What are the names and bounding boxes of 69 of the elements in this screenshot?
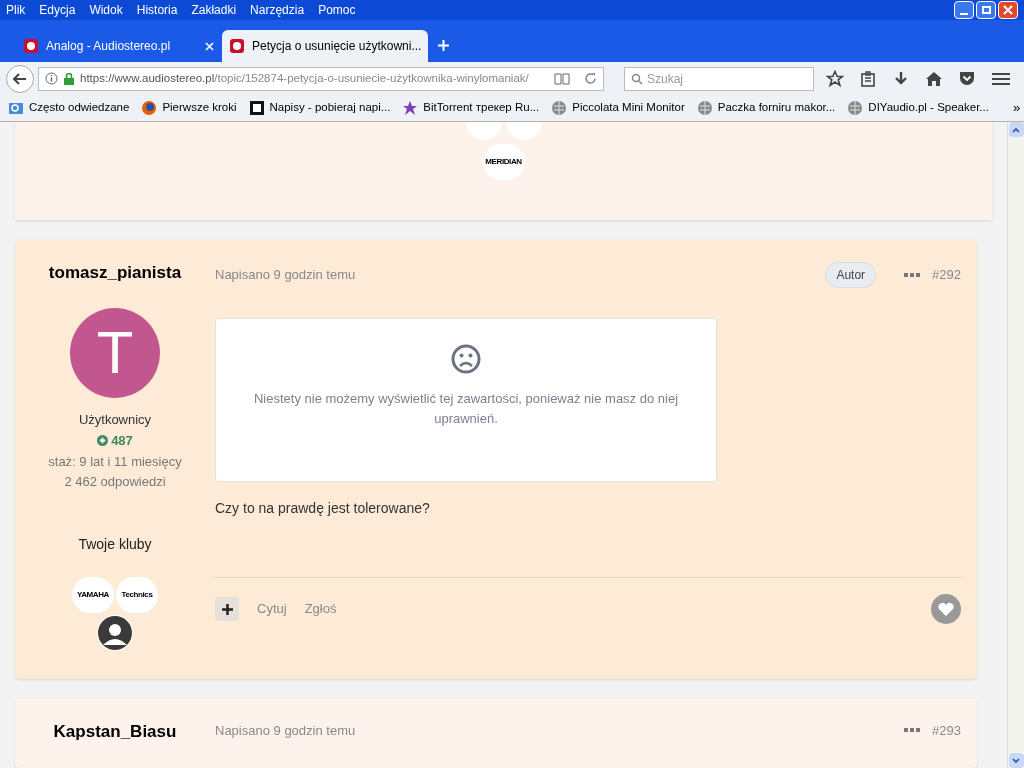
reload-icon[interactable] bbox=[584, 72, 597, 85]
bookmark-item[interactable]: Napisy - pobieraj napi... bbox=[248, 99, 391, 117]
search-input[interactable]: Szukaj bbox=[647, 69, 807, 88]
tab-title: Petycja o usunięcie użytkowni... bbox=[252, 38, 422, 55]
back-button[interactable] bbox=[6, 64, 34, 93]
search-field[interactable]: Szukaj bbox=[624, 66, 814, 91]
site-icon bbox=[230, 39, 244, 53]
close-icon[interactable] bbox=[205, 41, 214, 51]
star-icon bbox=[402, 100, 419, 116]
scroll-down-icon[interactable] bbox=[1012, 757, 1020, 764]
address-bar[interactable]: https://www.audiostereo.pl/topic/152874-petycja-o-usuniecie-użytkownika-winylomaniak/ bbox=[38, 66, 604, 91]
avatar[interactable]: T bbox=[70, 307, 160, 398]
club-logo[interactable]: MERIDIAN bbox=[482, 144, 525, 180]
url-text: https://www.audiostereo.pl/topic/152874-petycja-o-usuniecie-użytkownika-winylomaniak/ bbox=[80, 70, 530, 86]
menu-item[interactable]: Narzędzia bbox=[250, 1, 305, 19]
search-icon bbox=[631, 72, 643, 85]
hidden-content-message: Niestety nie możemy wyświetlić tej zawartości, ponieważ nie masz do niej uprawnień. bbox=[252, 390, 680, 428]
scroll-up-icon[interactable] bbox=[1012, 126, 1020, 133]
pocket-icon[interactable] bbox=[959, 71, 976, 86]
author-badge: Autor bbox=[825, 262, 877, 288]
back-arrow-icon bbox=[13, 72, 27, 85]
bookmark-item[interactable]: DIYaudio.pl - Speaker... bbox=[847, 99, 989, 117]
site-icon bbox=[24, 39, 38, 53]
menu-item[interactable]: Plik bbox=[6, 1, 26, 19]
reputation-count: 487 bbox=[111, 432, 133, 450]
home-icon[interactable] bbox=[925, 70, 944, 87]
scrollbar[interactable] bbox=[1007, 122, 1024, 768]
author-name[interactable]: Kapstan_Biasu bbox=[53, 719, 177, 745]
club-logo[interactable]: YAMAHA bbox=[72, 576, 114, 613]
more-options-icon[interactable] bbox=[904, 272, 921, 278]
menu-item[interactable]: Edycja bbox=[39, 1, 76, 19]
clubs-title: Twoje kluby bbox=[78, 534, 152, 554]
browser-tab[interactable]: Petycja o usunięcie użytkowni... bbox=[222, 30, 428, 62]
clipboard-icon[interactable] bbox=[860, 70, 877, 87]
plus-icon bbox=[221, 603, 233, 615]
menu-item[interactable]: Widok bbox=[89, 1, 123, 19]
bookmark-item[interactable]: BitTorrent трекер Ru... bbox=[402, 99, 540, 117]
close-button[interactable] bbox=[998, 1, 1018, 19]
author-name[interactable]: tomasz_pianista bbox=[48, 260, 182, 286]
post-body: Czy to na prawdę jest tolerowane? bbox=[215, 499, 431, 518]
menu-item[interactable]: Pomoc bbox=[318, 1, 356, 19]
bookmark-item[interactable]: Pierwsze kroki bbox=[141, 99, 237, 117]
bookmark-item[interactable]: Paczka forniru makor... bbox=[696, 99, 836, 117]
club-logo[interactable]: Technics bbox=[116, 576, 158, 613]
plus-circle-icon bbox=[97, 435, 109, 447]
close-icon bbox=[1003, 5, 1013, 15]
more-options-icon[interactable] bbox=[904, 728, 921, 734]
reply-count: 2 462 odpowiedzi bbox=[64, 473, 166, 491]
more-bookmarks-chevron[interactable]: » bbox=[1012, 98, 1021, 118]
tab-title: Analog - Audiostereo.pl bbox=[46, 38, 172, 55]
browser-tab[interactable]: Analog - Audiostereo.pl bbox=[16, 30, 222, 62]
bookmark-item[interactable]: Piccolata Mini Monitor bbox=[551, 99, 685, 117]
lock-icon bbox=[64, 72, 74, 85]
download-icon[interactable] bbox=[892, 70, 909, 87]
new-tab-icon[interactable] bbox=[438, 40, 449, 51]
user-group: Użytkownicy bbox=[78, 409, 152, 429]
star-icon[interactable] bbox=[826, 69, 845, 88]
menu-item[interactable]: Zakładki bbox=[191, 1, 237, 19]
sad-face-icon bbox=[450, 343, 482, 375]
minimize-button[interactable] bbox=[954, 1, 974, 19]
reader-view-icon[interactable] bbox=[554, 72, 570, 85]
folder-icon bbox=[8, 101, 24, 115]
menu-item[interactable]: Historia bbox=[136, 1, 178, 19]
tenure: staż: 9 lat i 11 miesięcy bbox=[48, 452, 182, 471]
add-button[interactable] bbox=[215, 597, 239, 621]
restore-button[interactable] bbox=[976, 1, 996, 19]
menu-icon[interactable] bbox=[991, 71, 1010, 86]
info-icon bbox=[45, 72, 58, 85]
bookmark-item[interactable]: Często odwiedzane bbox=[8, 99, 130, 117]
